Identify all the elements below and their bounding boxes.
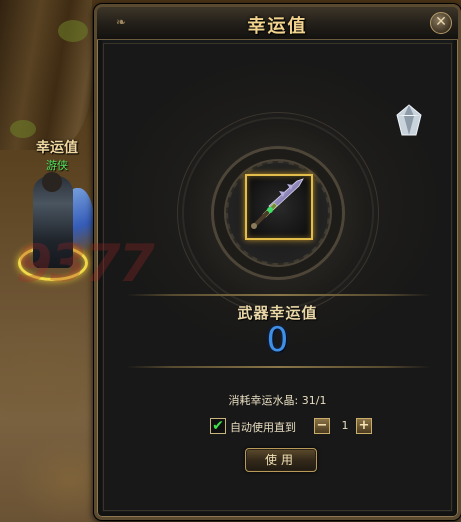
auto-use-row: ✔ 自动使用直到 − 1 + — [210, 418, 380, 436]
decrement-button[interactable]: − — [314, 418, 330, 434]
panel-title: 幸运值 — [247, 16, 308, 37]
close-icon: ✕ — [435, 14, 447, 30]
foliage — [58, 20, 88, 42]
title-bar[interactable]: ❧ 幸运值 ✕ — [97, 7, 458, 40]
weapon-luck-value: 0 — [266, 320, 289, 360]
auto-use-count[interactable]: 1 — [336, 419, 354, 432]
npc-head — [42, 172, 62, 192]
npc-title-label: 游侠 — [46, 159, 68, 172]
crystal-icon[interactable] — [394, 104, 424, 138]
use-button[interactable]: 使用 — [245, 448, 317, 472]
weapon-slot[interactable] — [245, 174, 313, 240]
panel-content: 9377 武器幸运值 0 消耗幸运水晶: 31/1 ✔ 自动使用直到 − 1 +… — [16, 43, 452, 511]
auto-use-checkbox[interactable]: ✔ — [210, 418, 226, 434]
divider-bottom — [126, 366, 431, 368]
auto-use-label: 自动使用直到 — [230, 421, 296, 434]
divider-top — [126, 294, 431, 296]
checkmark-icon: ✔ — [212, 418, 224, 434]
watermark: 9377 — [16, 234, 155, 294]
luck-panel: ❧ 幸运值 ✕ 9377 武器幸运值 0 消耗幸运水晶: 31/1 ✔ 自动使用… — [16, 4, 461, 520]
npc-name-label: 幸运值 — [36, 140, 78, 156]
increment-button[interactable]: + — [356, 418, 372, 434]
sword-icon — [251, 178, 304, 229]
foliage — [10, 120, 36, 138]
close-button[interactable]: ✕ — [430, 12, 452, 34]
crystal-consumption-text: 消耗幸运水晶: 31/1 — [228, 394, 327, 407]
